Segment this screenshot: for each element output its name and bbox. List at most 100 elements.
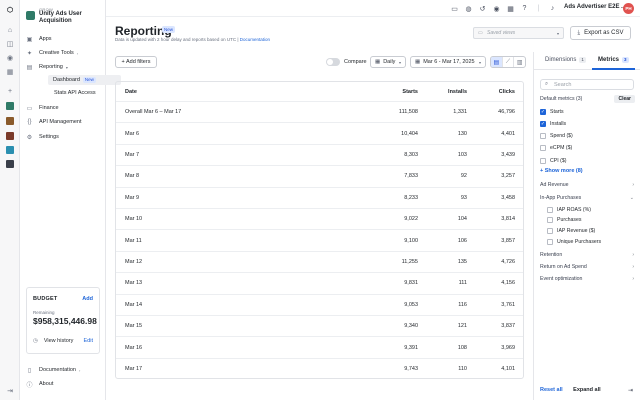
- cell-installs: 92: [460, 173, 467, 180]
- metric-checkbox[interactable]: Purchases: [547, 216, 582, 225]
- table-row: Mar 13 9,831 111 4,156: [116, 273, 523, 295]
- chevron-right-icon: ›: [632, 182, 634, 188]
- apps-icon: ▣: [26, 36, 33, 43]
- compare-toggle[interactable]: [326, 58, 340, 66]
- nav-stats-api[interactable]: Stats API Access: [54, 88, 96, 98]
- chevron-down-icon: ▾: [65, 64, 68, 70]
- nav-apps[interactable]: ▣ Apps: [26, 34, 103, 44]
- cell-date: Mar 17: [125, 365, 143, 372]
- tab-dimensions[interactable]: Dimensions 1: [545, 57, 586, 63]
- cell-date: Mar 16: [125, 344, 143, 351]
- cell-starts: 8,233: [404, 194, 418, 201]
- roas-group[interactable]: Return on Ad Spend ›: [540, 262, 635, 272]
- bell-icon[interactable]: ♪: [548, 4, 557, 13]
- checkbox-unchecked-icon[interactable]: [547, 238, 553, 245]
- cell-clicks: 3,969: [501, 344, 515, 351]
- avatar[interactable]: PH: [623, 3, 634, 14]
- granularity-select[interactable]: ▦ Daily ▾: [370, 56, 406, 68]
- unity-logo-icon[interactable]: ⬡: [6, 7, 14, 15]
- nav-documentation[interactable]: ▯ Documentation ›: [26, 365, 103, 375]
- learn-icon[interactable]: ◉: [492, 4, 501, 13]
- column-header-clicks[interactable]: Clicks: [475, 82, 515, 101]
- metric-checkbox[interactable]: IAP Revenue ($): [547, 227, 595, 236]
- metric-checkbox[interactable]: Unique Purchasers: [547, 237, 601, 246]
- saved-views-select[interactable]: ▭ Saved views ▾: [473, 27, 564, 39]
- cube-icon[interactable]: ◫: [6, 41, 14, 49]
- grid-icon[interactable]: ▦: [506, 4, 515, 13]
- nav-api-management[interactable]: {} API Management: [26, 117, 103, 127]
- export-csv-button[interactable]: ⤓ Export as CSV: [570, 26, 631, 40]
- metric-label: Spend ($): [550, 133, 573, 140]
- checkbox-unchecked-icon[interactable]: [547, 206, 553, 213]
- project-icon-grow[interactable]: [6, 102, 14, 110]
- nav-reporting[interactable]: ▤ Reporting ▾: [26, 62, 103, 72]
- table-view-icon[interactable]: ▤: [491, 57, 503, 67]
- expand-all-button[interactable]: Expand all: [573, 387, 601, 393]
- checkbox-unchecked-icon[interactable]: [547, 228, 553, 235]
- iap-group[interactable]: In-App Purchases ⌄: [540, 193, 635, 203]
- metric-checkbox[interactable]: IAP ROAS (%): [547, 205, 591, 214]
- metric-checkbox[interactable]: CPI ($): [540, 156, 566, 165]
- chevron-down-icon: ⌄: [629, 195, 634, 201]
- cell-date: Mar 14: [125, 301, 143, 308]
- column-header-installs[interactable]: Installs: [427, 82, 467, 101]
- metrics-search-input[interactable]: ⌕ Search: [540, 79, 634, 90]
- checkbox-unchecked-icon[interactable]: [540, 145, 546, 152]
- reset-all-button[interactable]: Reset all: [540, 387, 563, 393]
- collapse-rail-icon[interactable]: ⇥: [6, 388, 14, 396]
- project-icon-dark[interactable]: [6, 160, 14, 168]
- chat-icon[interactable]: ▭: [450, 4, 459, 13]
- history-icon[interactable]: ↺: [478, 4, 487, 13]
- title-new-badge: New: [162, 26, 176, 33]
- account-name[interactable]: Ads Advertiser E2E ...: [564, 4, 626, 10]
- ad-revenue-group[interactable]: Ad Revenue ›: [540, 180, 635, 190]
- tab-metrics[interactable]: Metrics 3: [598, 57, 629, 63]
- nav-about[interactable]: ⓘ About: [26, 379, 103, 389]
- sidebar: GROW Unity Ads User Acquisition ▣ Apps ✦…: [20, 0, 121, 400]
- metric-checkbox[interactable]: Spend ($): [540, 132, 573, 141]
- nav-dashboard[interactable]: Dashboard New: [48, 75, 121, 85]
- budget-edit-button[interactable]: Edit: [84, 338, 93, 344]
- cell-clicks: 4,156: [501, 280, 515, 287]
- help-icon[interactable]: ?: [520, 4, 529, 13]
- documentation-link[interactable]: Documentation: [240, 37, 270, 42]
- collapse-panel-icon[interactable]: ⇥: [628, 387, 633, 394]
- checkbox-unchecked-icon[interactable]: [540, 157, 546, 164]
- metric-checkbox[interactable]: ✓ Installs: [540, 119, 566, 128]
- date-range-select[interactable]: ▦ Mar 6 - Mar 17, 2025 ▾: [410, 56, 486, 68]
- bar-chart-view-icon[interactable]: ▥: [514, 57, 525, 67]
- checkbox-checked-icon[interactable]: ✓: [540, 120, 546, 127]
- column-header-starts[interactable]: Starts: [378, 82, 418, 101]
- nav-finance[interactable]: ▭ Finance: [26, 103, 103, 113]
- default-metrics-group[interactable]: Default metrics (3) Clear: [540, 94, 635, 104]
- top-bar: ▭ ◍ ↺ ◉ ▦ ? | ♪ Ads Advertiser E2E ... P…: [106, 0, 640, 17]
- project-icon-orange[interactable]: [6, 117, 14, 125]
- checkbox-unchecked-icon[interactable]: [547, 217, 553, 224]
- checkbox-checked-icon[interactable]: ✓: [540, 108, 546, 115]
- page-subtitle: Data is updated with 2 hour delay and re…: [115, 37, 270, 42]
- show-more-link[interactable]: + Show more (8): [540, 168, 583, 174]
- retention-group[interactable]: Retention ›: [540, 250, 635, 260]
- project-icon-blue[interactable]: [6, 146, 14, 154]
- plus-icon[interactable]: +: [6, 88, 14, 96]
- view-history-link[interactable]: ◷ View history: [33, 338, 73, 344]
- clear-button[interactable]: Clear: [614, 95, 635, 103]
- metric-checkbox[interactable]: eCPM ($): [540, 144, 572, 153]
- line-chart-view-icon[interactable]: ⟋: [503, 57, 515, 67]
- checkbox-unchecked-icon[interactable]: [540, 133, 546, 140]
- nav-creative-tools[interactable]: ✦ Creative Tools ›: [26, 48, 103, 58]
- project-icon-red[interactable]: [6, 132, 14, 140]
- nav-settings[interactable]: ⚙ Settings: [26, 132, 103, 142]
- column-header-date[interactable]: Date: [125, 82, 137, 101]
- grid-icon[interactable]: ▦: [6, 69, 14, 77]
- home-icon[interactable]: ⌂: [6, 27, 14, 35]
- budget-add-button[interactable]: Add: [82, 296, 93, 302]
- event-optimization-group[interactable]: Event optimization ›: [540, 274, 635, 284]
- add-filters-button[interactable]: + Add filters: [115, 56, 157, 68]
- cell-starts: 9,100: [404, 237, 418, 244]
- users-icon[interactable]: ◉: [6, 55, 14, 63]
- org-name[interactable]: Unity Ads User Acquisition: [39, 11, 103, 25]
- metric-checkbox[interactable]: ✓ Starts: [540, 107, 564, 116]
- gamepad-icon[interactable]: ◍: [464, 4, 473, 13]
- nav-documentation-label: Documentation: [39, 367, 76, 373]
